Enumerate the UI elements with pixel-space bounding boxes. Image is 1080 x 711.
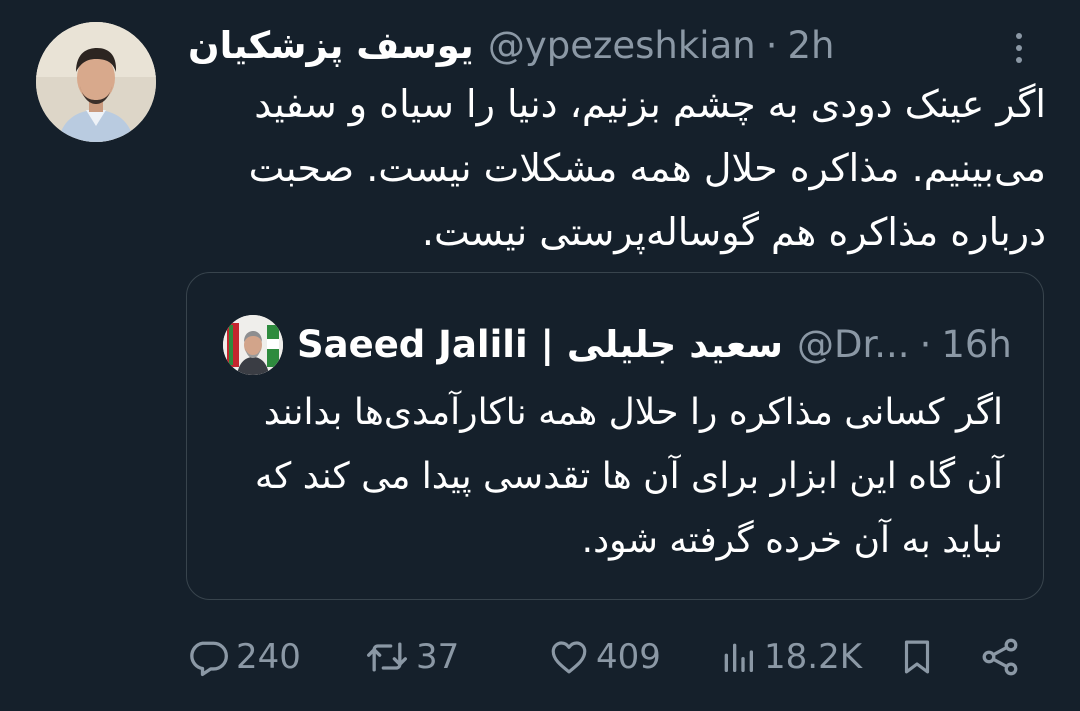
quoted-author-name[interactable]: Saeed Jalili | سعید جلیلی (297, 321, 783, 369)
author-avatar[interactable] (36, 22, 156, 142)
views-chart-icon (718, 636, 758, 678)
quoted-tweet-timestamp[interactable]: 16h (941, 321, 1012, 369)
heart-icon (548, 636, 590, 678)
retweet-count: 37 (416, 637, 460, 677)
reply-button[interactable]: 240 (186, 632, 301, 682)
tweet-timestamp[interactable]: 2h (787, 24, 834, 68)
retweet-icon (364, 635, 410, 679)
author-name[interactable]: یوسف پزشکیان (188, 24, 474, 68)
like-button[interactable]: 409 (548, 632, 661, 682)
tweet-text: اگر عینک دودی به چشم بزنیم، دنیا را سیاه… (248, 82, 1046, 254)
share-button[interactable] (978, 632, 1022, 682)
views-count: 18.2K (764, 637, 862, 677)
reply-count: 240 (236, 637, 301, 677)
more-vertical-icon[interactable] (1006, 28, 1032, 68)
share-icon (978, 635, 1022, 679)
retweet-button[interactable]: 37 (364, 632, 459, 682)
separator-dot: · (765, 24, 778, 67)
quoted-author-handle[interactable]: @Dr... (797, 321, 910, 369)
quoted-tweet-text: اگر کسانی مذاکره را حلال همه ناکارآمدی‌ه… (254, 392, 1003, 561)
quoted-tweet-header: Saeed Jalili | سعید جلیلی @Dr... · 16h (223, 315, 1012, 375)
bookmark-button[interactable] (896, 632, 938, 682)
like-count: 409 (596, 637, 661, 677)
quoted-author-avatar (223, 315, 283, 375)
separator-dot: · (919, 323, 932, 366)
bookmark-icon (896, 635, 938, 679)
author-handle[interactable]: @ypezeshkian (488, 24, 756, 68)
reply-icon (186, 635, 230, 679)
tweet-actions-bar: 240 37 409 18.2K (186, 632, 1036, 682)
quoted-tweet[interactable]: Saeed Jalili | سعید جلیلی @Dr... · 16h ا… (186, 272, 1044, 600)
views-button[interactable]: 18.2K (718, 632, 862, 682)
tweet-header: یوسف پزشکیان @ypezeshkian · 2h (188, 24, 834, 68)
tweet-card: یوسف پزشکیان @ypezeshkian · 2h اگر عینک … (0, 0, 1080, 711)
